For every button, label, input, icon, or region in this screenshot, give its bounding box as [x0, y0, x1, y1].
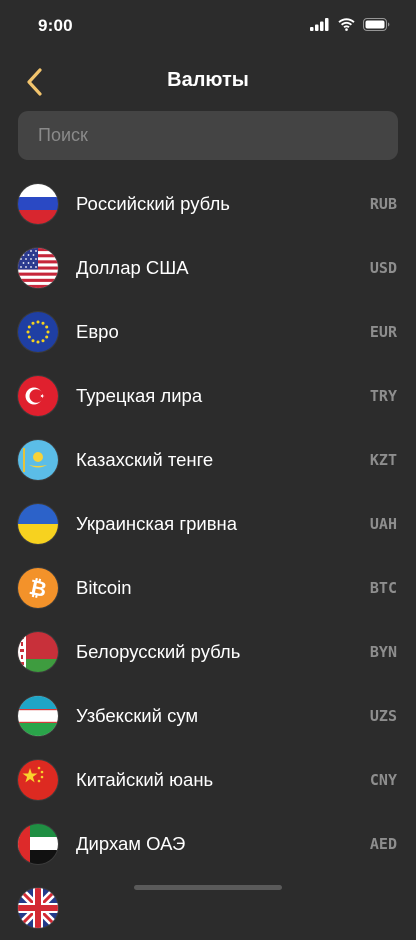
usa-flag-icon: [18, 248, 58, 288]
currency-code: USD: [369, 259, 397, 277]
currency-name: Казахский тенге: [76, 449, 214, 470]
kazakhstan-flag-icon: [18, 440, 58, 480]
currency-code: EUR: [369, 323, 397, 341]
currency-row-byn[interactable]: Белорусский рубль BYN: [0, 620, 416, 684]
status-time: 9:00: [38, 16, 73, 35]
eu-flag-icon: [18, 312, 58, 352]
uk-flag-icon: [18, 888, 58, 928]
currency-name: Белорусский рубль: [76, 641, 241, 662]
currency-code: CNY: [369, 771, 397, 789]
currency-name: Китайский юань: [76, 769, 214, 790]
currency-code: UZS: [369, 707, 397, 725]
currency-row-eur[interactable]: Евро EUR: [0, 300, 416, 364]
currency-name: Российский рубль: [76, 193, 230, 214]
belarus-flag-icon: [18, 632, 58, 672]
currency-name: Турецкая лира: [76, 385, 203, 406]
uae-flag-icon: [18, 824, 58, 864]
turkey-flag-icon: [18, 376, 58, 416]
currency-name: Евро: [76, 321, 119, 342]
navigation-bar: Валюты: [0, 56, 416, 106]
currency-row-uah[interactable]: Украинская гривна UAH: [0, 492, 416, 556]
currency-row-try[interactable]: Турецкая лира TRY: [0, 364, 416, 428]
currency-code: TRY: [369, 387, 397, 405]
currency-list: Российский рубль RUB Доллар США USD Евро…: [0, 172, 416, 940]
status-bar: 9:00: [0, 0, 416, 52]
currency-name: Доллар США: [76, 257, 189, 278]
currency-row-rub[interactable]: Российский рубль RUB: [0, 172, 416, 236]
currency-row-aed[interactable]: Дирхам ОАЭ AED: [0, 812, 416, 876]
currency-row-btc[interactable]: ₿ Bitcoin BTC: [0, 556, 416, 620]
search-input[interactable]: [36, 124, 380, 147]
currency-name: Узбекский сум: [76, 705, 199, 726]
ukraine-flag-icon: [18, 504, 58, 544]
search-bar[interactable]: [18, 111, 398, 160]
currency-code: AED: [369, 835, 397, 853]
status-icons: [310, 18, 390, 31]
currency-row-kzt[interactable]: Казахский тенге KZT: [0, 428, 416, 492]
page-title: Валюты: [167, 69, 249, 91]
cellular-signal-icon: [310, 18, 329, 31]
uzbekistan-flag-icon: [18, 696, 58, 736]
currency-code: RUB: [369, 195, 397, 213]
currency-row-uzs[interactable]: Узбекский сум UZS: [0, 684, 416, 748]
bitcoin-icon: ₿: [18, 568, 58, 608]
currency-code: UAH: [369, 515, 397, 533]
china-flag-icon: [18, 760, 58, 800]
russia-flag-icon: [18, 184, 58, 224]
home-indicator[interactable]: [134, 885, 282, 890]
currency-name: Дирхам ОАЭ: [76, 833, 186, 854]
wifi-icon: [338, 18, 355, 31]
currency-code: BYN: [369, 643, 397, 661]
currency-name: Украинская гривна: [76, 513, 238, 534]
currency-row-cny[interactable]: Китайский юань CNY: [0, 748, 416, 812]
currency-name: Bitcoin: [76, 577, 132, 598]
battery-icon: [363, 18, 390, 31]
currency-row-usd[interactable]: Доллар США USD: [0, 236, 416, 300]
currency-code: KZT: [369, 451, 397, 469]
currency-code: BTC: [369, 579, 397, 597]
